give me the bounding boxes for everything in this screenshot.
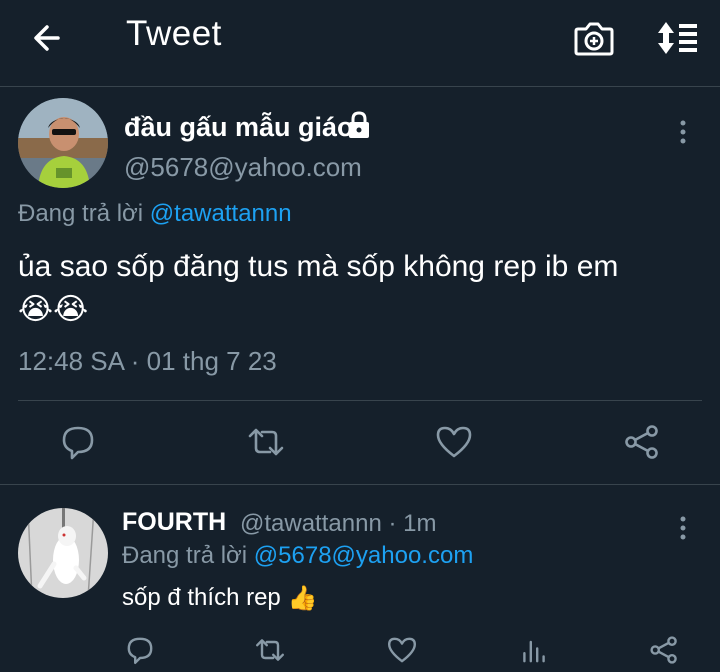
replying-to: Đang trả lời @5678@yahoo.com (122, 542, 473, 570)
more-options-icon[interactable] (672, 118, 694, 146)
divider (18, 400, 702, 401)
page-title: Tweet (126, 14, 222, 53)
loudly-crying-emoji: 😭 (18, 293, 54, 327)
like-heart-icon[interactable] (434, 422, 474, 462)
app-header: Tweet (0, 0, 720, 80)
reply-body: sốp đ thích rep (122, 584, 281, 611)
share-icon[interactable] (622, 422, 662, 462)
author-name[interactable]: đầu gấu mẫu giáo (124, 112, 354, 143)
tweet-body: ủa sao sốp đăng tus mà sốp không rep ib … (18, 250, 619, 283)
avatar[interactable] (18, 508, 108, 598)
lock-icon (344, 110, 374, 140)
header-divider (0, 86, 720, 87)
analytics-icon[interactable] (518, 634, 550, 666)
reply-prefix: Đang trả lời (18, 200, 144, 227)
thumbs-up-emoji: 👍 (287, 585, 318, 613)
camera-plus-icon[interactable] (570, 16, 618, 60)
tweet-text: ủa sao sốp đăng tus mà sốp không rep ib … (18, 246, 718, 331)
loudly-crying-emoji: 😭 (53, 293, 89, 327)
like-heart-icon[interactable] (386, 634, 418, 666)
reply-icon[interactable] (124, 634, 156, 666)
back-arrow-icon[interactable] (28, 18, 72, 58)
section-divider (0, 484, 720, 485)
author-name[interactable]: FOURTH (122, 508, 226, 537)
replying-to: Đang trả lời @tawattannn (18, 200, 292, 228)
reply-to-link[interactable]: @5678@yahoo.com (254, 542, 474, 569)
reply-text: sốp đ thích rep 👍 (122, 584, 317, 613)
tweet-timestamp: 12:48 SA · 01 thg 7 23 (18, 346, 277, 376)
more-options-icon[interactable] (672, 514, 694, 542)
author-handle[interactable]: @5678@yahoo.com (124, 152, 362, 183)
reply-to-link[interactable]: @tawattannn (150, 200, 292, 227)
retweet-icon[interactable] (246, 422, 286, 462)
share-icon[interactable] (648, 634, 680, 666)
sort-icon[interactable] (652, 16, 702, 60)
reply-prefix: Đang trả lời (122, 542, 248, 569)
retweet-icon[interactable] (254, 634, 286, 666)
reply-icon[interactable] (58, 422, 98, 462)
avatar[interactable] (18, 98, 108, 188)
author-handle-time[interactable]: @tawattannn · 1m (240, 510, 436, 538)
